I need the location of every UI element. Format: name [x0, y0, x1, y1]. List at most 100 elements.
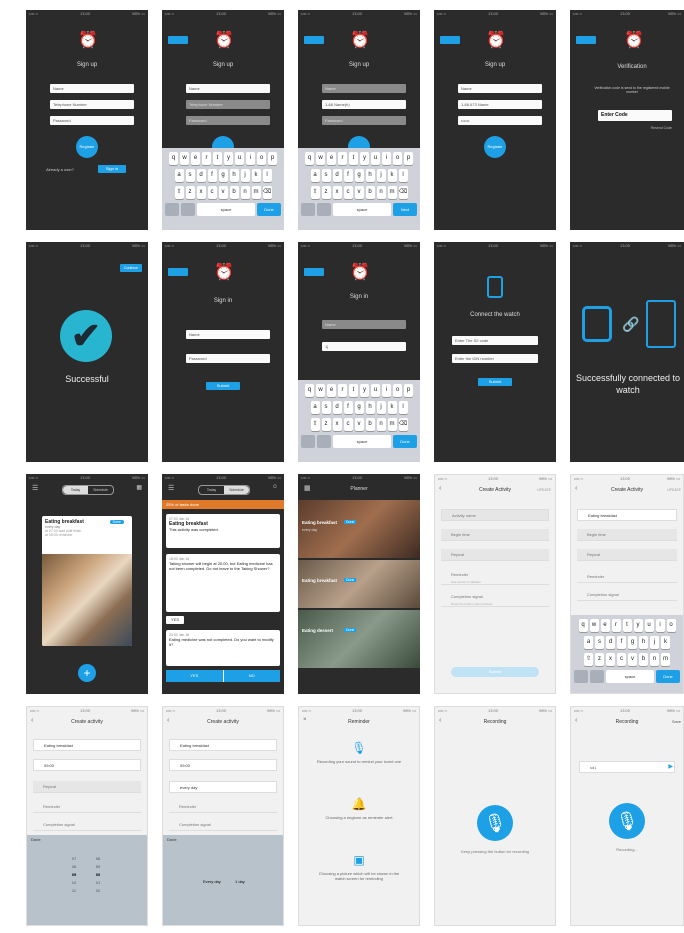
space-key[interactable]: space [606, 670, 654, 683]
key[interactable]: i [382, 152, 391, 165]
shift-key[interactable]: ⇧ [174, 186, 184, 199]
completion-signal-row[interactable]: Completion signal [169, 819, 277, 831]
key[interactable]: c [207, 186, 217, 199]
key[interactable]: q [169, 152, 178, 165]
key[interactable]: q [578, 619, 588, 632]
back-button[interactable] [304, 268, 324, 276]
key[interactable]: h [229, 169, 239, 182]
key[interactable]: b [639, 653, 648, 666]
key[interactable]: c [617, 653, 626, 666]
back-button[interactable] [440, 36, 460, 44]
key[interactable]: m [661, 653, 670, 666]
activity-card[interactable]: Eating breakfast Done every day at 07:00… [42, 516, 132, 646]
phone-input[interactable]: Telephone Number [186, 100, 270, 109]
key[interactable]: d [332, 401, 342, 414]
key[interactable]: y [224, 152, 233, 165]
continue-button[interactable]: Continue [120, 264, 142, 272]
numbers-key[interactable] [574, 670, 588, 683]
calendar-icon[interactable]: ▦ [136, 484, 142, 491]
key[interactable]: s [321, 169, 331, 182]
reminder-row[interactable]: Reminder [33, 801, 141, 813]
key[interactable]: y [360, 152, 369, 165]
begin-time-row[interactable]: Begin time [577, 529, 677, 541]
key[interactable]: e [600, 619, 610, 632]
yes-button[interactable]: YES [166, 616, 184, 624]
key[interactable]: f [617, 636, 626, 649]
key[interactable]: k [251, 169, 261, 182]
key[interactable]: n [376, 418, 386, 431]
key[interactable]: n [240, 186, 250, 199]
key[interactable]: g [628, 636, 637, 649]
back-button[interactable] [304, 36, 324, 44]
back-button[interactable] [168, 268, 188, 276]
key[interactable]: r [611, 619, 621, 632]
submit-button[interactable]: Submit [206, 382, 240, 390]
delete-key[interactable]: ⌫ [398, 186, 408, 199]
key[interactable]: x [196, 186, 206, 199]
key[interactable]: s [185, 169, 195, 182]
completion-signal-row[interactable]: Completion signal Press the button when f… [441, 593, 549, 607]
key[interactable]: w [316, 152, 325, 165]
key[interactable]: y [360, 384, 369, 397]
phone-input[interactable]: 1-66 673 Name [458, 100, 542, 109]
key[interactable]: c [343, 418, 353, 431]
key[interactable]: v [628, 653, 637, 666]
key[interactable]: z [185, 186, 195, 199]
key[interactable]: a [174, 169, 184, 182]
key[interactable]: u [644, 619, 654, 632]
update-button[interactable]: UPDATE [537, 488, 551, 492]
phone-input[interactable]: 1-66 Name(h) [322, 100, 406, 109]
key[interactable]: l [398, 169, 408, 182]
key[interactable]: v [354, 418, 364, 431]
key[interactable]: m [387, 186, 397, 199]
key[interactable]: v [354, 186, 364, 199]
planner-item[interactable]: Eating breakfast Done every day [298, 500, 420, 558]
play-icon[interactable]: ▶ [668, 763, 673, 770]
back-button[interactable] [168, 36, 188, 44]
key[interactable]: d [606, 636, 615, 649]
notification-card[interactable]: 20:00 Jan 16 Eating medicine was not com… [166, 630, 280, 666]
notification-card[interactable]: 07:00 Jan 16 Eating breakfast This activ… [166, 514, 280, 548]
done-key[interactable]: Done [656, 670, 680, 683]
name-input[interactable]: Name [322, 320, 406, 329]
next-key[interactable]: Next [393, 203, 417, 216]
key[interactable]: l [398, 401, 408, 414]
completion-signal-row[interactable]: Completion signal [33, 819, 141, 831]
key[interactable]: n [376, 186, 386, 199]
submit-button[interactable]: Submit [478, 378, 512, 386]
key[interactable]: f [207, 169, 217, 182]
key[interactable]: x [332, 186, 342, 199]
key[interactable]: z [321, 186, 331, 199]
resend-code-link[interactable]: Resend Code [651, 126, 672, 130]
key[interactable]: f [343, 401, 353, 414]
done-button[interactable]: Done [31, 837, 41, 842]
activity-name-input[interactable]: Activity name [441, 509, 549, 521]
numbers-key[interactable] [165, 203, 179, 216]
recording-name-input[interactable]: sd1 [579, 761, 675, 773]
mic-icon[interactable] [590, 670, 604, 683]
mic-icon[interactable] [317, 203, 331, 216]
key[interactable]: z [595, 653, 604, 666]
shift-key[interactable]: ⇧ [310, 186, 320, 199]
password-input[interactable]: Password [186, 354, 270, 363]
menu-icon[interactable]: ☰ [168, 484, 174, 492]
key[interactable]: g [218, 169, 228, 182]
repeat-picker[interactable]: Done Every day 1 day [163, 835, 283, 925]
yes-button[interactable]: YES [166, 670, 224, 682]
key[interactable]: x [332, 418, 342, 431]
profile-icon[interactable]: ☺ [272, 484, 278, 490]
add-button[interactable]: + [78, 664, 96, 682]
mic-icon[interactable] [181, 203, 195, 216]
key[interactable]: e [327, 384, 336, 397]
space-key[interactable]: space [333, 435, 391, 448]
time-picker[interactable]: Done 07 08 09 10 11 58 59 00 01 02 [27, 835, 147, 925]
sn-code-input[interactable]: Enter The S/I code [452, 336, 538, 345]
key[interactable]: i [382, 384, 391, 397]
mic-icon[interactable] [317, 435, 331, 448]
key[interactable]: m [251, 186, 261, 199]
key[interactable]: e [191, 152, 200, 165]
key[interactable]: j [376, 169, 386, 182]
key[interactable]: o [393, 384, 402, 397]
repeat-row[interactable]: Repeat [441, 549, 549, 561]
key[interactable]: h [365, 169, 375, 182]
